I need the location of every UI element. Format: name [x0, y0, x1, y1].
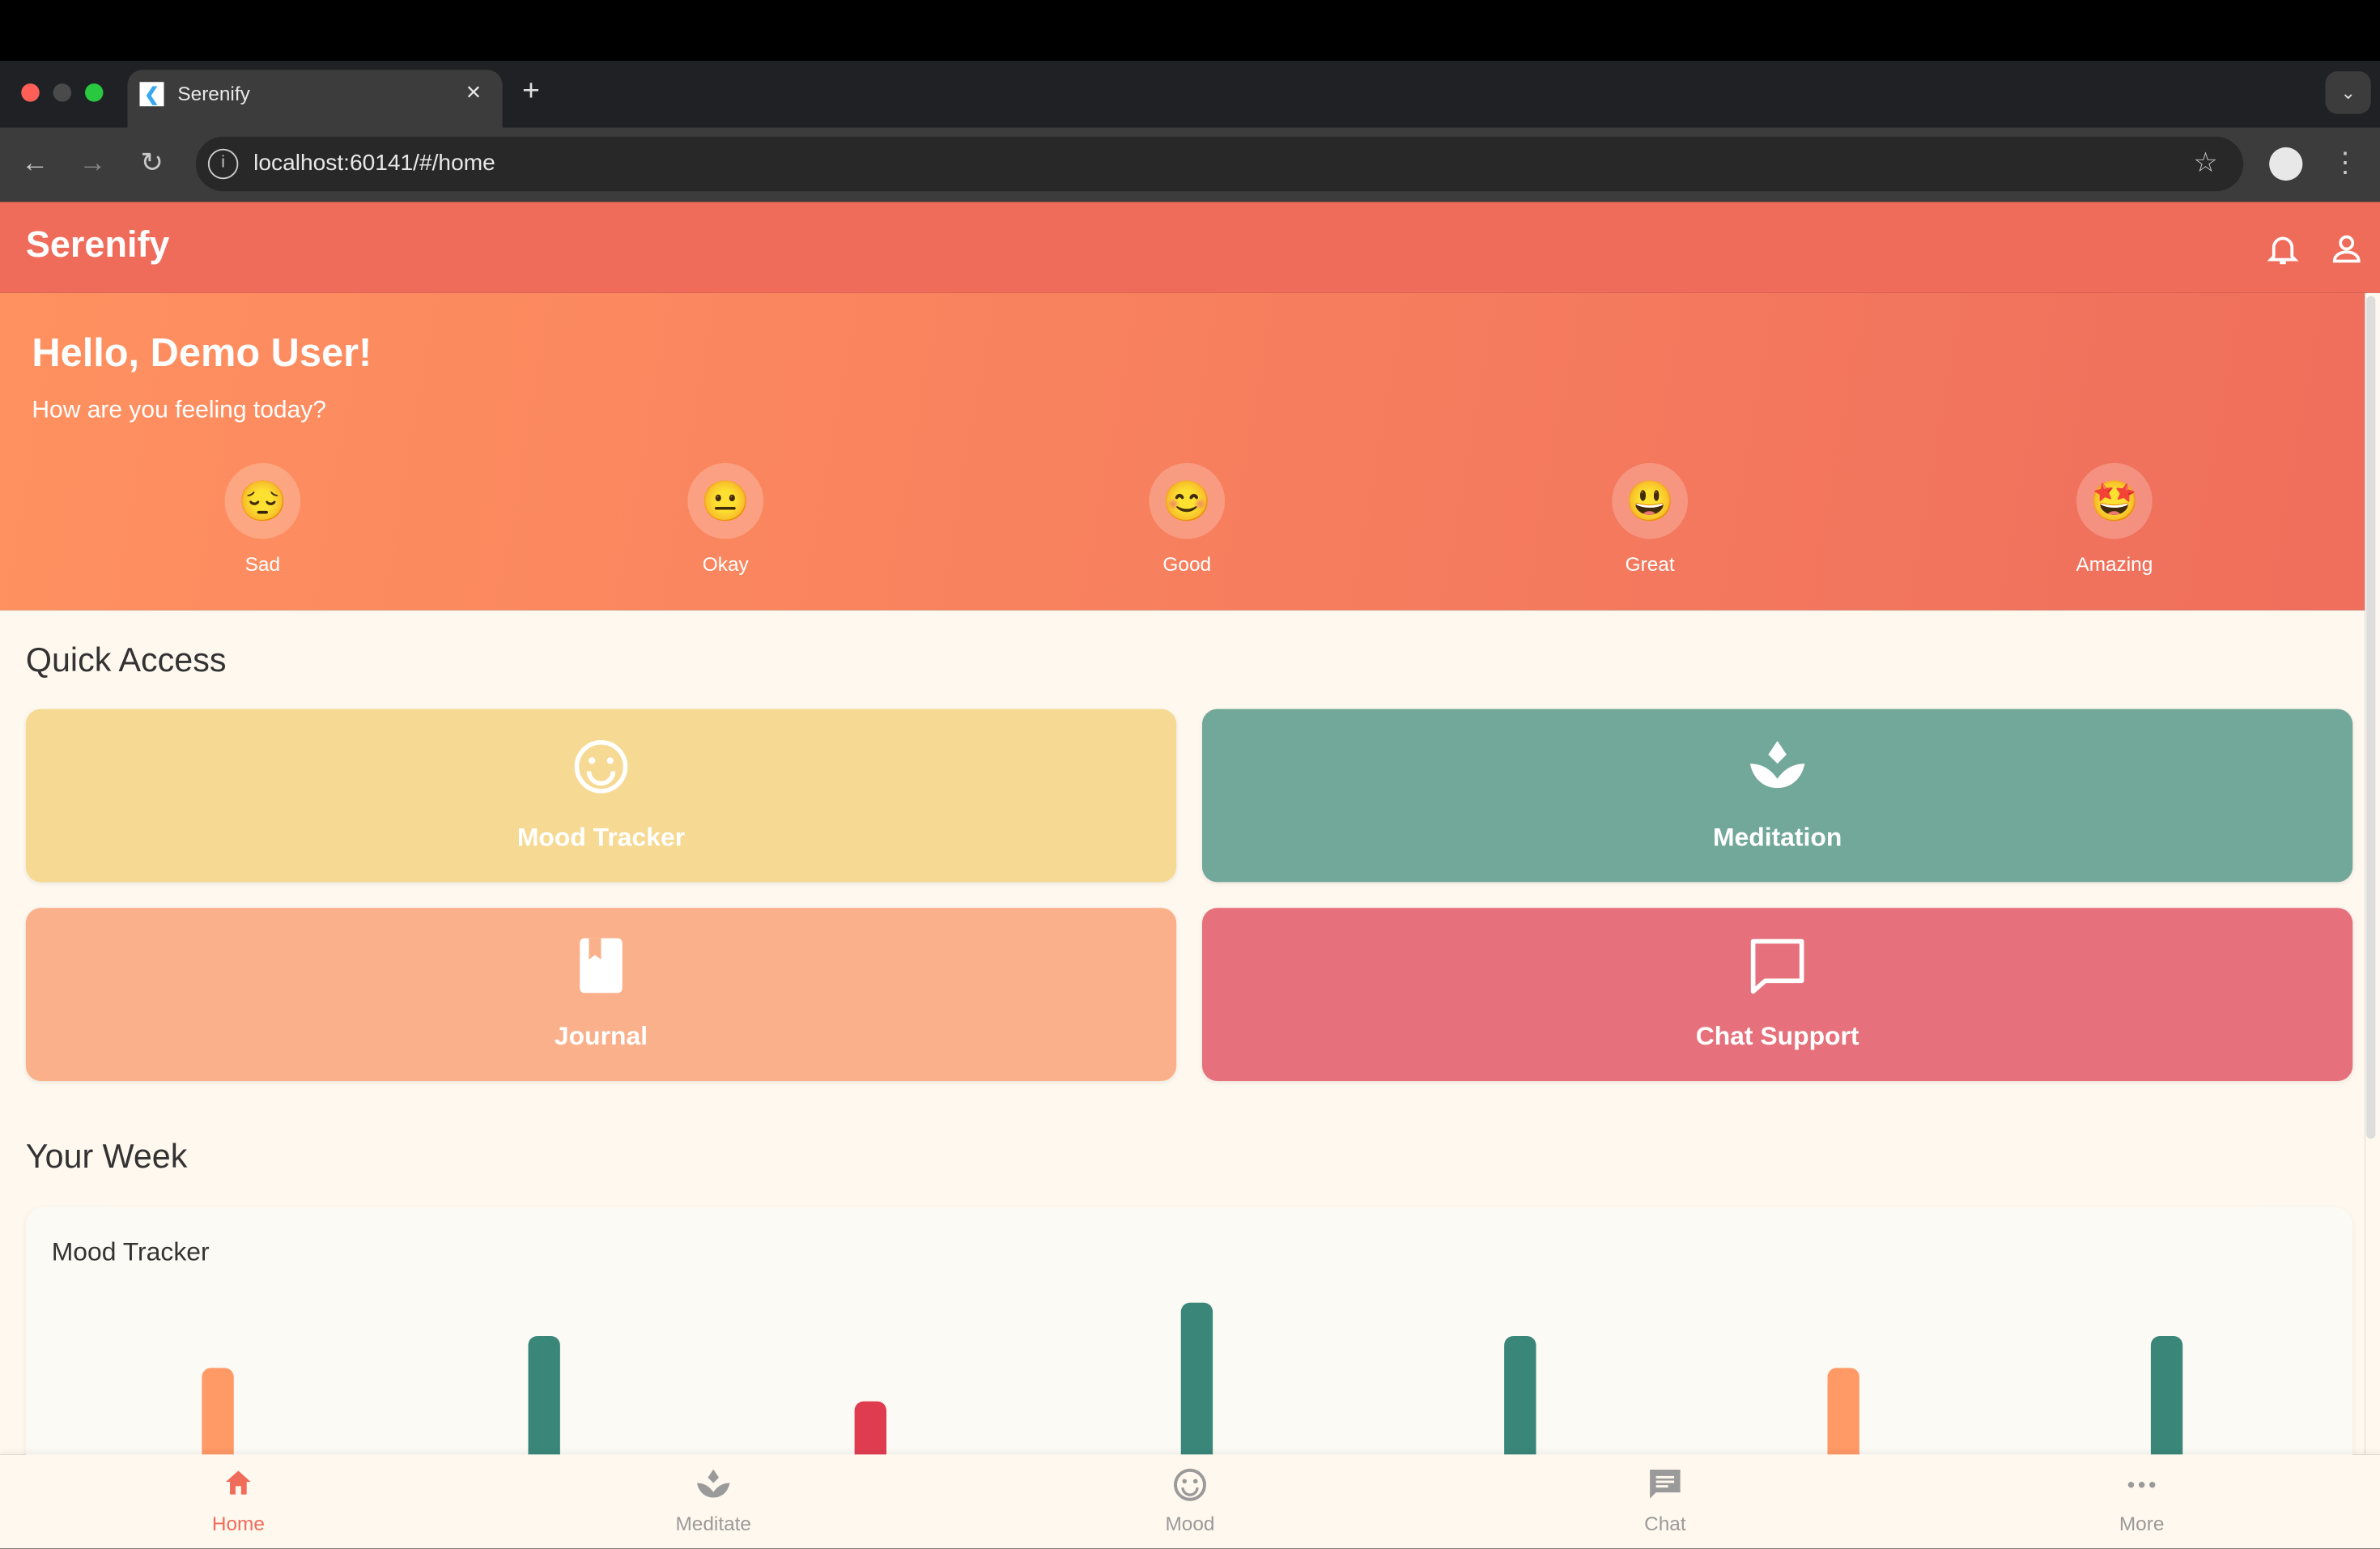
profile-icon[interactable]: [2328, 231, 2365, 267]
mood-label: Good: [1162, 552, 1212, 576]
profile-avatar-icon[interactable]: [2269, 147, 2303, 181]
card-label: Chat Support: [1695, 1021, 1859, 1051]
nav-mood[interactable]: Mood: [1099, 1454, 1281, 1548]
chat-support-card[interactable]: Chat Support: [1202, 908, 2353, 1081]
nav-label: Chat: [1644, 1512, 1686, 1535]
mood-question: How are you feeling today?: [32, 398, 326, 424]
reload-icon[interactable]: ↻: [137, 147, 168, 178]
nav-meditate[interactable]: Meditate: [623, 1454, 805, 1548]
smiley-icon: [1174, 1468, 1206, 1501]
mood-label: Amazing: [2076, 552, 2153, 576]
app-bar: Serenify: [0, 202, 2380, 293]
mood-amazing-button[interactable]: 🤩: [2076, 462, 2153, 539]
home-icon: [225, 1470, 251, 1495]
meditation-card[interactable]: Meditation: [1202, 709, 2353, 883]
your-week-heading: Your Week: [25, 1137, 188, 1176]
more-dots-icon: [2127, 1482, 2156, 1488]
notification-bell-icon[interactable]: [2265, 231, 2301, 267]
card-label: Journal: [554, 1021, 648, 1051]
scrollbar-track[interactable]: [2365, 292, 2380, 1455]
smiley-icon: [574, 740, 628, 794]
nav-label: Meditate: [675, 1512, 752, 1535]
mood-sad-button[interactable]: 😔: [224, 462, 301, 539]
forward-arrow-icon[interactable]: →: [78, 147, 108, 178]
app-title: Serenify: [25, 224, 170, 266]
chat-bubble-icon: [1750, 938, 1804, 994]
card-label: Mood Tracker: [516, 823, 686, 852]
browser-menu-icon[interactable]: ⋮: [2330, 147, 2361, 178]
nav-label: Home: [211, 1512, 265, 1535]
url-text[interactable]: localhost:60141/#/home: [253, 151, 495, 177]
nav-label: Mood: [1165, 1512, 1215, 1535]
home-content: Quick Access Mood Tracker Meditation Jou…: [0, 610, 2365, 1516]
quick-access-heading: Quick Access: [25, 640, 227, 679]
maximize-window-button[interactable]: [85, 83, 104, 102]
greeting-banner: Hello, Demo User! How are you feeling to…: [0, 292, 2365, 611]
nav-chat[interactable]: Chat: [1574, 1454, 1756, 1548]
browser-tab[interactable]: ❮ Serenify ×: [127, 70, 503, 128]
mood-good-button[interactable]: 😊: [1149, 462, 1226, 539]
mood-label: Sad: [244, 552, 281, 576]
close-window-button[interactable]: [21, 83, 40, 102]
bookmark-star-icon[interactable]: ☆: [2189, 147, 2222, 178]
greeting-heading: Hello, Demo User!: [32, 329, 372, 376]
address-bar[interactable]: i localhost:60141/#/home ☆: [195, 136, 2244, 192]
lotus-icon: [1749, 741, 1805, 789]
tab-close-icon[interactable]: ×: [466, 78, 482, 109]
back-arrow-icon[interactable]: ←: [19, 147, 50, 178]
book-icon: [580, 938, 623, 994]
minimize-window-button[interactable]: [53, 83, 72, 102]
mood-okay-button[interactable]: 😐: [687, 462, 764, 539]
tab-title: Serenify: [177, 82, 250, 105]
new-tab-button[interactable]: +: [522, 74, 540, 109]
bottom-navigation: Home Meditate Mood Chat More: [0, 1454, 2380, 1549]
journal-card[interactable]: Journal: [25, 908, 1177, 1081]
flutter-favicon-icon: ❮: [139, 82, 164, 107]
chat-icon: [1650, 1470, 1681, 1499]
tab-search-chevron-icon[interactable]: ⌄: [2325, 71, 2371, 114]
mood-label: Okay: [702, 552, 749, 576]
mood-tracker-card[interactable]: Mood Tracker: [25, 709, 1177, 883]
mood-great-button[interactable]: 😃: [1612, 462, 1688, 539]
card-label: Meditation: [1712, 823, 1842, 852]
site-info-icon[interactable]: i: [207, 148, 239, 180]
chart-title: Mood Tracker: [51, 1237, 210, 1266]
nav-home[interactable]: Home: [147, 1454, 329, 1548]
scrollbar-thumb[interactable]: [2366, 296, 2376, 1139]
nav-more[interactable]: More: [2051, 1454, 2233, 1548]
nav-label: More: [2119, 1512, 2165, 1535]
lotus-icon: [697, 1469, 730, 1498]
mood-label: Great: [1625, 552, 1675, 576]
